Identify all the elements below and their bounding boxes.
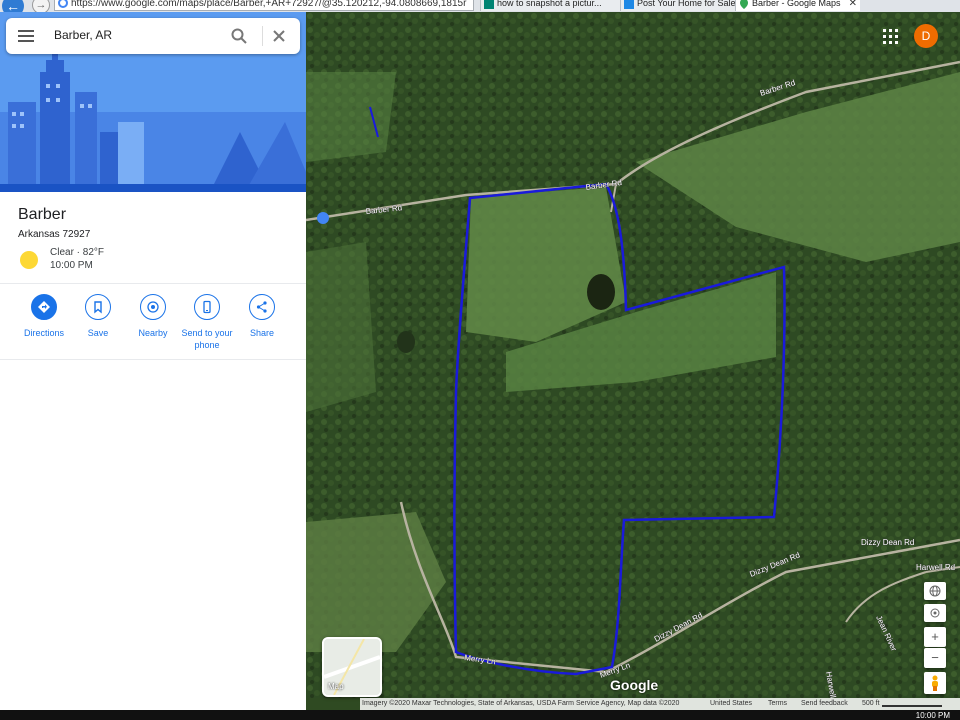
map-layer-label: Map bbox=[328, 682, 344, 691]
search-input[interactable]: Barber, AR bbox=[54, 28, 112, 42]
tab-google-maps[interactable]: Barber - Google Maps ✕ bbox=[735, 0, 860, 11]
globe-icon bbox=[929, 585, 941, 597]
send-feedback-link[interactable]: Send feedback bbox=[801, 698, 848, 710]
map-layer-toggle[interactable]: Map bbox=[322, 637, 382, 697]
terms-link[interactable]: Terms bbox=[768, 698, 787, 710]
divider bbox=[0, 359, 306, 360]
tab-label: Barber - Google Maps bbox=[752, 0, 841, 8]
close-icon[interactable] bbox=[270, 27, 288, 45]
zoom-out-button[interactable]: − bbox=[924, 648, 946, 668]
place-subtitle: Arkansas 72927 bbox=[18, 229, 91, 240]
os-taskbar: 10:00 PM bbox=[0, 710, 960, 720]
maps-favicon-icon bbox=[740, 0, 748, 9]
address-bar[interactable]: https://www.google.com/maps/place/Barber… bbox=[54, 0, 474, 11]
satellite-imagery: Barber Rd Barber Rd Barber Rd Dizzy Dean… bbox=[306, 12, 960, 698]
map-marker-icon[interactable] bbox=[317, 212, 329, 224]
globe-view-button[interactable] bbox=[924, 582, 946, 600]
phone-icon bbox=[203, 300, 211, 314]
sun-icon bbox=[20, 251, 38, 269]
bing-favicon-icon bbox=[484, 0, 494, 9]
imagery-attribution: Imagery ©2020 Maxar Technologies, State … bbox=[362, 700, 680, 707]
place-hero-image: Barber, AR bbox=[0, 12, 306, 192]
share-label: Share bbox=[249, 328, 275, 338]
google-logo: Google bbox=[610, 677, 659, 693]
weather-condition: Clear · 82°F bbox=[50, 247, 105, 258]
google-favicon-icon bbox=[58, 0, 68, 8]
divider bbox=[0, 283, 306, 284]
satellite-map[interactable]: Barber Rd Barber Rd Barber Rd Dizzy Dean… bbox=[306, 12, 960, 698]
place-panel: Barber, AR Barber Arkansas 72927 Clear ·… bbox=[0, 12, 306, 720]
page-favicon-icon bbox=[624, 0, 634, 9]
road-label: Harwell Rd bbox=[916, 563, 955, 572]
tab-close-icon[interactable]: ✕ bbox=[849, 0, 857, 10]
share-icon bbox=[256, 301, 267, 313]
scale-bar bbox=[882, 705, 942, 707]
pegman-icon bbox=[932, 675, 938, 691]
tab-post-home[interactable]: Post Your Home for Sale ... bbox=[620, 0, 735, 11]
search-divider bbox=[262, 26, 263, 46]
region-link[interactable]: United States bbox=[710, 698, 752, 710]
scale-label[interactable]: 500 ft bbox=[862, 698, 880, 710]
place-title: Barber bbox=[18, 206, 67, 223]
search-box[interactable]: Barber, AR bbox=[6, 18, 300, 54]
google-apps-icon[interactable] bbox=[880, 26, 900, 46]
address-bar-url: https://www.google.com/maps/place/Barber… bbox=[71, 0, 467, 9]
location-icon bbox=[930, 608, 940, 618]
weather-time: 10:00 PM bbox=[50, 260, 93, 271]
map-footer: Imagery ©2020 Maxar Technologies, State … bbox=[360, 698, 960, 710]
tab-label: how to snapshot a pictur... bbox=[497, 0, 602, 8]
zoom-in-button[interactable]: + bbox=[924, 627, 946, 647]
bookmark-icon bbox=[94, 301, 102, 314]
search-icon[interactable] bbox=[230, 27, 248, 45]
menu-icon[interactable] bbox=[18, 28, 36, 44]
directions-icon bbox=[38, 301, 50, 313]
account-avatar[interactable]: D bbox=[914, 24, 938, 48]
tab-label: Post Your Home for Sale ... bbox=[637, 0, 735, 8]
taskbar-clock: 10:00 PM bbox=[915, 711, 950, 720]
share-button[interactable]: Share bbox=[230, 294, 294, 339]
nearby-icon bbox=[147, 301, 159, 313]
my-location-button[interactable] bbox=[924, 604, 946, 622]
tab-snapshot[interactable]: how to snapshot a pictur... bbox=[480, 0, 620, 11]
road-label: Dizzy Dean Rd bbox=[861, 538, 914, 547]
pegman-button[interactable] bbox=[924, 672, 946, 694]
